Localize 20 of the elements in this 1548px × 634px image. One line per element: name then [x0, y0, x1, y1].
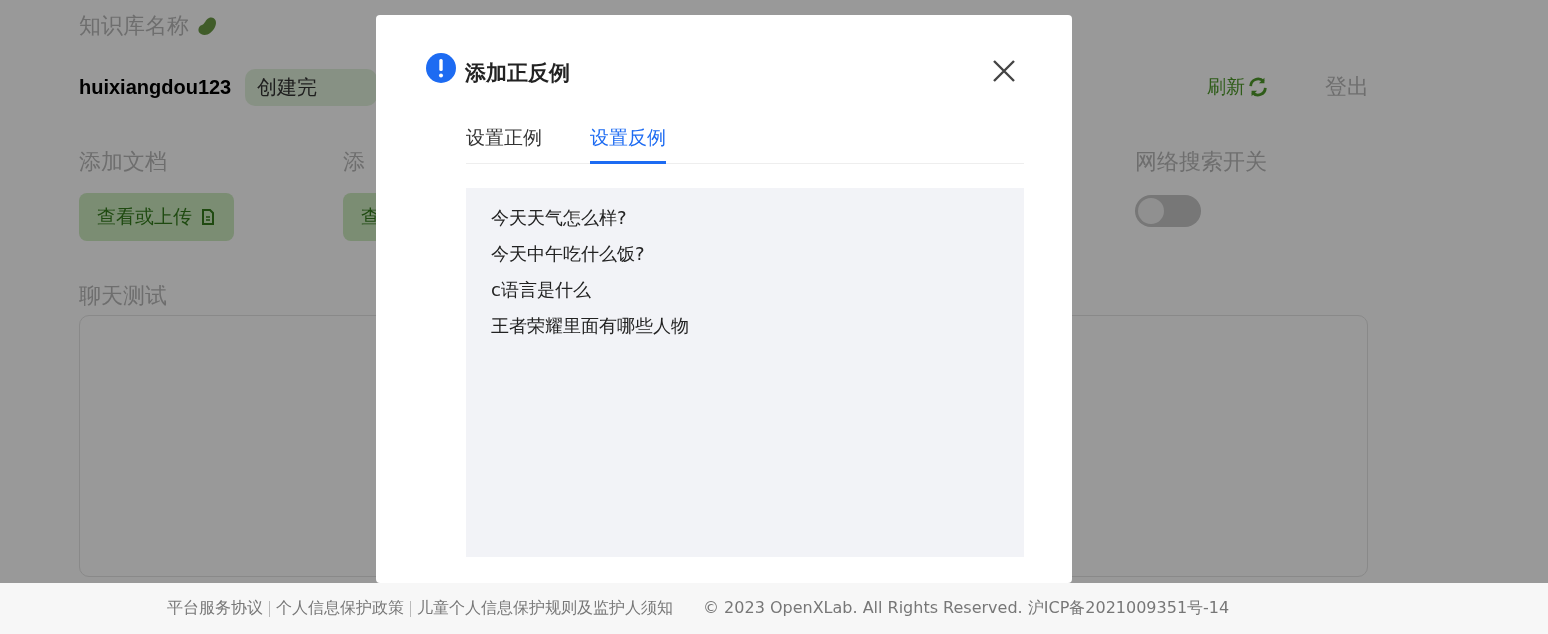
- status-badge: 创建完: [245, 68, 378, 106]
- footer-link[interactable]: 个人信息保护政策: [276, 598, 404, 619]
- exclamation-icon: [426, 53, 456, 83]
- upload-button[interactable]: 查看或上传: [79, 193, 234, 241]
- toggle-switch[interactable]: [1135, 195, 1201, 227]
- knowledge-base-name: huixiangdou123: [79, 75, 232, 99]
- tab[interactable]: 设置反例: [590, 119, 666, 164]
- tab[interactable]: 设置正例: [466, 119, 542, 164]
- text-line: 今天天气怎么样?: [491, 206, 627, 230]
- refresh-icon: [1247, 76, 1269, 98]
- footer-link[interactable]: 儿童个人信息保护规则及监护人须知: [417, 598, 673, 619]
- refresh-button[interactable]: 刷新: [1207, 74, 1269, 100]
- footer-link[interactable]: 平台服务协议: [167, 598, 263, 619]
- close-icon: [992, 59, 1016, 83]
- text-line: 今天中午吃什么饭?: [491, 242, 645, 266]
- text-area[interactable]: 今天天气怎么样? 今天中午吃什么饭? c语言是什么 王者荣耀里面有哪些人物: [466, 188, 1024, 557]
- text-line: c语言是什么: [491, 278, 591, 302]
- text-line: 王者荣耀里面有哪些人物: [491, 314, 689, 338]
- dialog-title: 添加正反例: [465, 60, 570, 87]
- copyright-text: © 2023 OpenXLab. All Rights Reserved. 沪ICP备2021009351号-14: [703, 598, 1230, 619]
